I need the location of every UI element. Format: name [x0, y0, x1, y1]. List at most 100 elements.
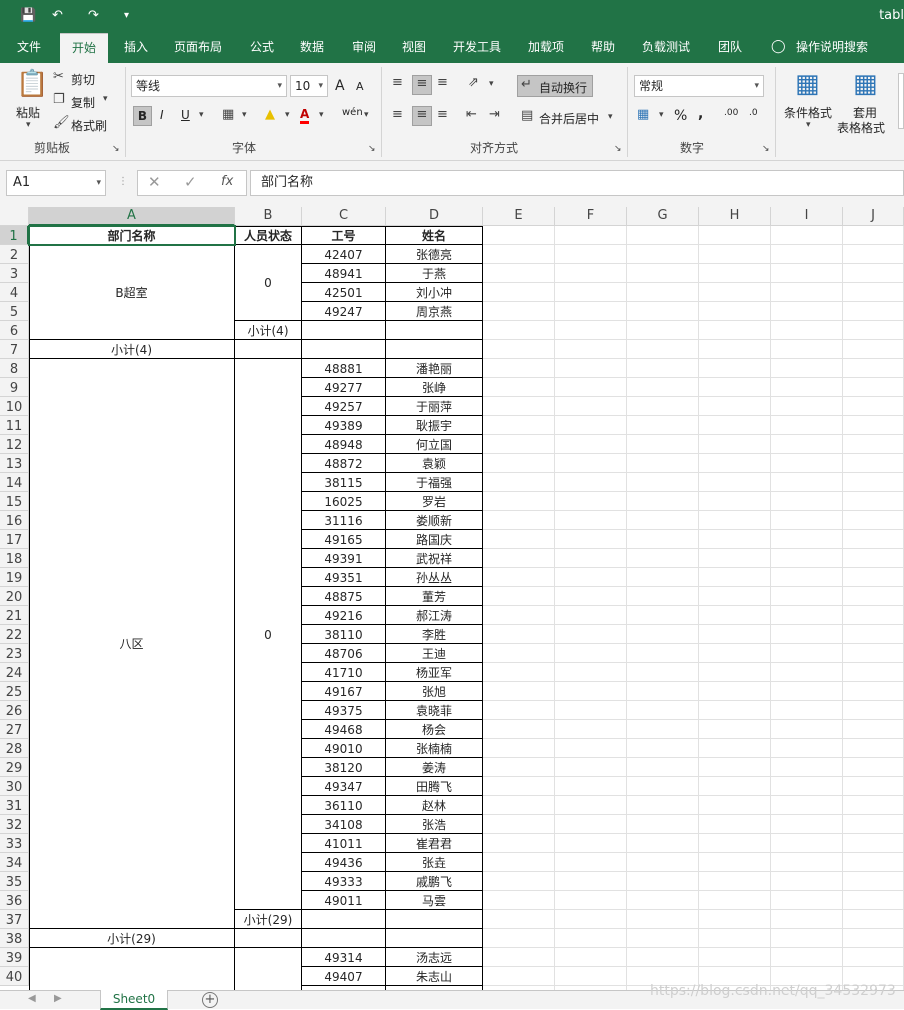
bold-button[interactable]: B: [133, 106, 152, 126]
empty-cell[interactable]: [302, 929, 386, 948]
number-format-select[interactable]: 常规 ▾: [634, 75, 764, 97]
row-header-34[interactable]: 34: [0, 853, 29, 872]
employee-id-cell[interactable]: 48872: [302, 454, 386, 473]
tab-tell-me[interactable]: 操作说明搜索: [784, 33, 880, 63]
format-painter-button[interactable]: 格式刷: [71, 117, 107, 134]
status-cell[interactable]: [235, 948, 302, 990]
employee-name-cell[interactable]: 孙丛丛: [386, 568, 483, 587]
employee-id-cell[interactable]: 41011: [302, 834, 386, 853]
employee-id-cell[interactable]: 48948: [302, 435, 386, 454]
tab-review[interactable]: 审阅: [340, 33, 388, 63]
dept-cell[interactable]: 八区: [29, 359, 235, 929]
decrease-decimal-button[interactable]: .0: [749, 108, 758, 118]
status-cell[interactable]: 0: [235, 245, 302, 321]
employee-name-cell[interactable]: 田腾飞: [386, 777, 483, 796]
employee-id-cell[interactable]: 38110: [302, 625, 386, 644]
employee-id-cell[interactable]: 16025: [302, 492, 386, 511]
employee-id-cell[interactable]: 49389: [302, 416, 386, 435]
insert-function-button[interactable]: fx: [221, 174, 233, 189]
row-header-21[interactable]: 21: [0, 606, 29, 625]
empty-cell[interactable]: [235, 340, 302, 359]
row-header-30[interactable]: 30: [0, 777, 29, 796]
subtotal-cell[interactable]: 小计(4): [29, 340, 235, 359]
column-header-j[interactable]: J: [843, 207, 904, 226]
row-header-22[interactable]: 22: [0, 625, 29, 644]
column-header-g[interactable]: G: [627, 207, 699, 226]
copy-icon[interactable]: ❐: [53, 92, 65, 107]
dept-cell[interactable]: B超室: [29, 245, 235, 340]
align-top-icon[interactable]: ≡: [392, 75, 403, 90]
row-header-19[interactable]: 19: [0, 568, 29, 587]
employee-name-cell[interactable]: 张峥: [386, 378, 483, 397]
employee-id-cell[interactable]: 36110: [302, 796, 386, 815]
empty-cell[interactable]: [302, 910, 386, 929]
employee-id-cell[interactable]: 49351: [302, 568, 386, 587]
row-header-2[interactable]: 2: [0, 245, 29, 264]
increase-indent-icon[interactable]: ⇥: [489, 107, 500, 122]
row-header-20[interactable]: 20: [0, 587, 29, 606]
employee-id-cell[interactable]: 49391: [302, 549, 386, 568]
row-header-32[interactable]: 32: [0, 815, 29, 834]
employee-id-cell[interactable]: 49333: [302, 872, 386, 891]
shrink-font-button[interactable]: A: [356, 80, 364, 93]
next-sheet-icon[interactable]: ▶: [54, 993, 62, 1004]
employee-name-cell[interactable]: 于燕: [386, 264, 483, 283]
number-launcher-icon[interactable]: ↘: [762, 144, 770, 154]
format-painter-icon[interactable]: 🖌: [53, 115, 70, 130]
tab-developer[interactable]: 开发工具: [441, 33, 513, 63]
row-header-40[interactable]: 40: [0, 967, 29, 986]
empty-cell[interactable]: [386, 340, 483, 359]
paste-dropdown-icon[interactable]: ▾: [26, 120, 31, 130]
employee-id-cell[interactable]: 49257: [302, 397, 386, 416]
add-sheet-button[interactable]: +: [202, 992, 218, 1008]
borders-dropdown-icon[interactable]: ▾: [242, 110, 247, 120]
employee-id-cell[interactable]: 49314: [302, 948, 386, 967]
name-box[interactable]: A1 ▾: [6, 170, 106, 196]
subtotal-cell[interactable]: 小计(29): [235, 910, 302, 929]
row-header-10[interactable]: 10: [0, 397, 29, 416]
employee-name-cell[interactable]: 赵林: [386, 796, 483, 815]
employee-name-cell[interactable]: 董芳: [386, 587, 483, 606]
row-header-25[interactable]: 25: [0, 682, 29, 701]
employee-name-cell[interactable]: 朱志山: [386, 967, 483, 986]
row-header-4[interactable]: 4: [0, 283, 29, 302]
align-right-icon[interactable]: ≡: [437, 107, 448, 122]
empty-cell[interactable]: [386, 910, 483, 929]
align-bottom-icon[interactable]: ≡: [437, 75, 448, 90]
employee-name-cell[interactable]: 潘艳丽: [386, 359, 483, 378]
cancel-icon[interactable]: ✕: [148, 173, 161, 191]
employee-id-cell[interactable]: 41710: [302, 663, 386, 682]
table-header-cell[interactable]: 姓名: [386, 226, 483, 245]
employee-name-cell[interactable]: 杨会: [386, 720, 483, 739]
employee-id-cell[interactable]: 49277: [302, 378, 386, 397]
employee-name-cell[interactable]: 娄顺新: [386, 511, 483, 530]
employee-name-cell[interactable]: 刘小冲: [386, 283, 483, 302]
employee-id-cell[interactable]: 49347: [302, 777, 386, 796]
row-header-15[interactable]: 15: [0, 492, 29, 511]
employee-name-cell[interactable]: 袁晓菲: [386, 701, 483, 720]
tab-help[interactable]: 帮助: [579, 33, 627, 63]
percent-button[interactable]: %: [674, 108, 687, 124]
formula-input[interactable]: 部门名称: [250, 170, 904, 196]
empty-cell[interactable]: [386, 321, 483, 340]
employee-id-cell[interactable]: 31116: [302, 511, 386, 530]
tab-load-test[interactable]: 负载测试: [630, 33, 702, 63]
employee-id-cell[interactable]: 48875: [302, 587, 386, 606]
employee-id-cell[interactable]: 49247: [302, 302, 386, 321]
row-header-14[interactable]: 14: [0, 473, 29, 492]
alignment-launcher-icon[interactable]: ↘: [614, 144, 622, 154]
save-icon[interactable]: 💾: [20, 8, 36, 23]
dept-cell[interactable]: [29, 948, 235, 990]
table-header-cell[interactable]: 人员状态: [235, 226, 302, 245]
column-header-b[interactable]: B: [235, 207, 302, 226]
row-header-35[interactable]: 35: [0, 872, 29, 891]
row-header-37[interactable]: 37: [0, 910, 29, 929]
employee-name-cell[interactable]: 于丽萍: [386, 397, 483, 416]
row-header-24[interactable]: 24: [0, 663, 29, 682]
employee-id-cell[interactable]: 49407: [302, 967, 386, 986]
undo-icon[interactable]: ↶: [52, 8, 63, 23]
font-name-select[interactable]: 等线 ▾: [131, 75, 287, 97]
underline-button[interactable]: U: [181, 108, 190, 122]
row-header-27[interactable]: 27: [0, 720, 29, 739]
cut-button[interactable]: 剪切: [71, 71, 95, 88]
